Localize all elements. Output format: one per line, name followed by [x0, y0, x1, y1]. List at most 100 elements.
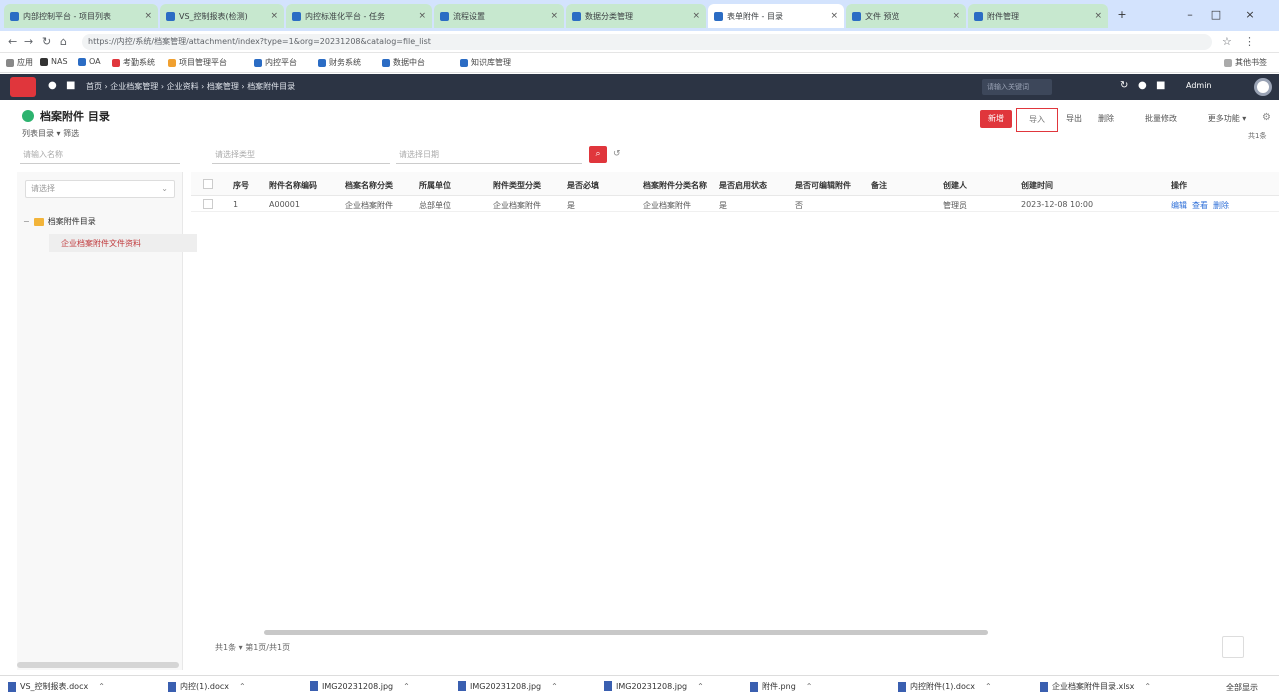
column-header[interactable]: 备注 — [871, 180, 921, 191]
bookmark-item[interactable]: 数据中台 — [382, 57, 425, 68]
pagination[interactable]: 共1条 ▾ 第1页/共1页 — [215, 642, 290, 653]
table-horizontal-scrollbar[interactable] — [264, 630, 988, 635]
delete-link[interactable]: 删除 — [1213, 201, 1229, 210]
batch-edit-button[interactable]: 批量修改 — [1134, 110, 1188, 128]
bookmark-item[interactable]: 考勤系统 — [112, 57, 155, 68]
chevron-down-icon[interactable]: ⌃ — [985, 682, 992, 691]
date-filter-input[interactable]: 请选择日期 — [396, 146, 582, 164]
download-item[interactable]: 内控附件(1).docx ⌃ — [898, 681, 992, 692]
browser-tab[interactable]: 流程设置 × — [434, 4, 564, 28]
column-header[interactable]: 是否可编辑附件 — [795, 180, 865, 191]
chevron-down-icon[interactable]: ⌃ — [403, 682, 410, 691]
download-item[interactable]: VS_控制报表.docx ⌃ — [8, 681, 105, 692]
url-field[interactable]: https://内控/系统/档案管理/attachment/index?type… — [82, 34, 1212, 50]
menu-icon[interactable]: ● — [48, 80, 57, 91]
forward-icon[interactable]: → — [24, 35, 33, 48]
download-item[interactable]: IMG20231208.jpg ⌃ — [458, 681, 558, 691]
close-icon[interactable]: × — [550, 11, 558, 21]
browser-tab[interactable]: 附件管理 × — [968, 4, 1108, 28]
home-icon[interactable]: ■ — [66, 80, 75, 91]
page-subtitle[interactable]: 列表目录 ▾ 筛选 — [22, 128, 79, 139]
import-button[interactable]: 导入 — [1016, 108, 1058, 132]
column-header[interactable]: 是否必填 — [567, 180, 637, 191]
browser-tab[interactable]: 内部控制平台 - 项目列表 × — [4, 4, 158, 28]
column-header[interactable]: 所属单位 — [419, 180, 489, 191]
bookmark-item[interactable]: 知识库管理 — [460, 57, 511, 68]
close-icon[interactable]: × — [1094, 11, 1102, 21]
view-link[interactable]: 查看 — [1192, 201, 1208, 210]
collapse-icon[interactable]: − — [23, 217, 30, 226]
bookmark-item[interactable]: OA — [78, 57, 101, 66]
type-filter-select[interactable]: 请选择类型 — [212, 146, 390, 164]
avatar[interactable] — [1254, 78, 1272, 96]
chevron-down-icon[interactable]: ⌃ — [697, 682, 704, 691]
column-header[interactable]: 附件名称编码 — [269, 180, 339, 191]
close-icon[interactable]: × — [418, 11, 426, 21]
browser-tab-active[interactable]: 表单附件 - 目录 × — [708, 4, 844, 28]
select-all-checkbox[interactable] — [203, 179, 213, 189]
add-button[interactable]: 新增 — [980, 110, 1012, 128]
edit-link[interactable]: 编辑 — [1171, 201, 1187, 210]
bookmark-item[interactable]: 其他书签 — [1224, 57, 1267, 68]
browser-tab[interactable]: 数据分类管理 × — [566, 4, 706, 28]
column-header[interactable]: 创建时间 — [1021, 180, 1141, 191]
window-close-icon[interactable]: × — [1240, 8, 1260, 24]
app-logo[interactable] — [10, 77, 36, 97]
search-button[interactable]: ⌕ — [589, 146, 607, 163]
bookmark-item[interactable]: 项目管理平台 — [168, 57, 227, 68]
browser-tab[interactable]: 文件 预览 × — [846, 4, 966, 28]
back-icon[interactable]: ← — [8, 35, 17, 48]
user-name[interactable]: Admin — [1186, 81, 1212, 90]
reset-icon[interactable]: ↺ — [613, 149, 621, 159]
bookmark-item[interactable]: NAS — [40, 57, 68, 66]
extensions-icon[interactable]: ⋮ — [1244, 35, 1255, 48]
bookmark-star-icon[interactable]: ☆ — [1222, 35, 1232, 48]
bookmark-item[interactable]: 内控平台 — [254, 57, 297, 68]
column-header[interactable]: 操作 — [1171, 180, 1231, 191]
delete-button[interactable]: 删除 — [1092, 110, 1120, 128]
browser-tab[interactable]: 内控标准化平台 - 任务 × — [286, 4, 432, 28]
chevron-down-icon[interactable]: ⌃ — [239, 682, 246, 691]
chevron-down-icon[interactable]: ⌃ — [806, 682, 813, 691]
maximize-icon[interactable]: □ — [1206, 8, 1226, 24]
close-icon[interactable]: × — [692, 11, 700, 21]
close-icon[interactable]: × — [830, 11, 838, 21]
more-button[interactable]: 更多功能 ▾ — [1198, 110, 1256, 128]
new-tab-icon[interactable]: + — [1112, 8, 1132, 24]
refresh-icon[interactable]: ↻ — [1120, 80, 1128, 91]
message-icon[interactable]: ■ — [1156, 80, 1165, 91]
download-item[interactable]: IMG20231208.jpg ⌃ — [604, 681, 704, 691]
minimize-icon[interactable]: – — [1180, 8, 1200, 24]
chevron-down-icon[interactable]: ⌃ — [1144, 682, 1151, 691]
close-icon[interactable]: × — [952, 11, 960, 21]
close-icon[interactable]: × — [270, 11, 278, 21]
download-item[interactable]: 内控(1).docx ⌃ — [168, 681, 246, 692]
close-icon[interactable]: × — [144, 11, 152, 21]
row-checkbox[interactable] — [203, 199, 213, 209]
nav-search-input[interactable]: 请输入关键词 — [982, 79, 1052, 95]
chevron-down-icon[interactable]: ⌃ — [551, 682, 558, 691]
column-header[interactable]: 创建人 — [943, 180, 1003, 191]
name-filter-input[interactable]: 请输入名称 — [20, 146, 180, 164]
column-header[interactable]: 附件类型分类 — [493, 180, 563, 191]
download-item[interactable]: IMG20231208.jpg ⌃ — [310, 681, 410, 691]
bookmark-item[interactable]: 应用 — [6, 57, 33, 68]
table-row[interactable]: 1 A00001 企业档案附件 总部单位 企业档案附件 是 企业档案附件 是 否… — [191, 196, 1279, 212]
page-jump-box[interactable] — [1222, 636, 1244, 658]
export-button[interactable]: 导出 — [1062, 110, 1086, 128]
chevron-down-icon[interactable]: ⌃ — [98, 682, 105, 691]
download-item[interactable]: 企业档案附件目录.xlsx ⌃ — [1040, 681, 1151, 692]
tree-search-select[interactable]: 请选择 ⌄ — [25, 180, 175, 198]
bookmark-item[interactable]: 财务系统 — [318, 57, 361, 68]
download-item[interactable]: 附件.png ⌃ — [750, 681, 812, 692]
reload-icon[interactable]: ↻ — [42, 35, 51, 48]
settings-icon[interactable]: ⚙ — [1262, 112, 1271, 123]
tree-node-root[interactable]: − 档案附件目录 — [23, 216, 96, 227]
tree-scrollbar[interactable] — [17, 662, 179, 668]
home-icon[interactable]: ⌂ — [60, 35, 67, 48]
show-all-downloads-button[interactable]: 全部显示 — [1226, 682, 1258, 693]
tree-node-child[interactable]: 企业档案附件文件资料 — [49, 234, 197, 252]
column-header[interactable]: 序号 — [233, 180, 249, 191]
column-header[interactable]: 档案附件分类名称 — [643, 180, 717, 191]
bell-icon[interactable]: ● — [1138, 80, 1147, 91]
